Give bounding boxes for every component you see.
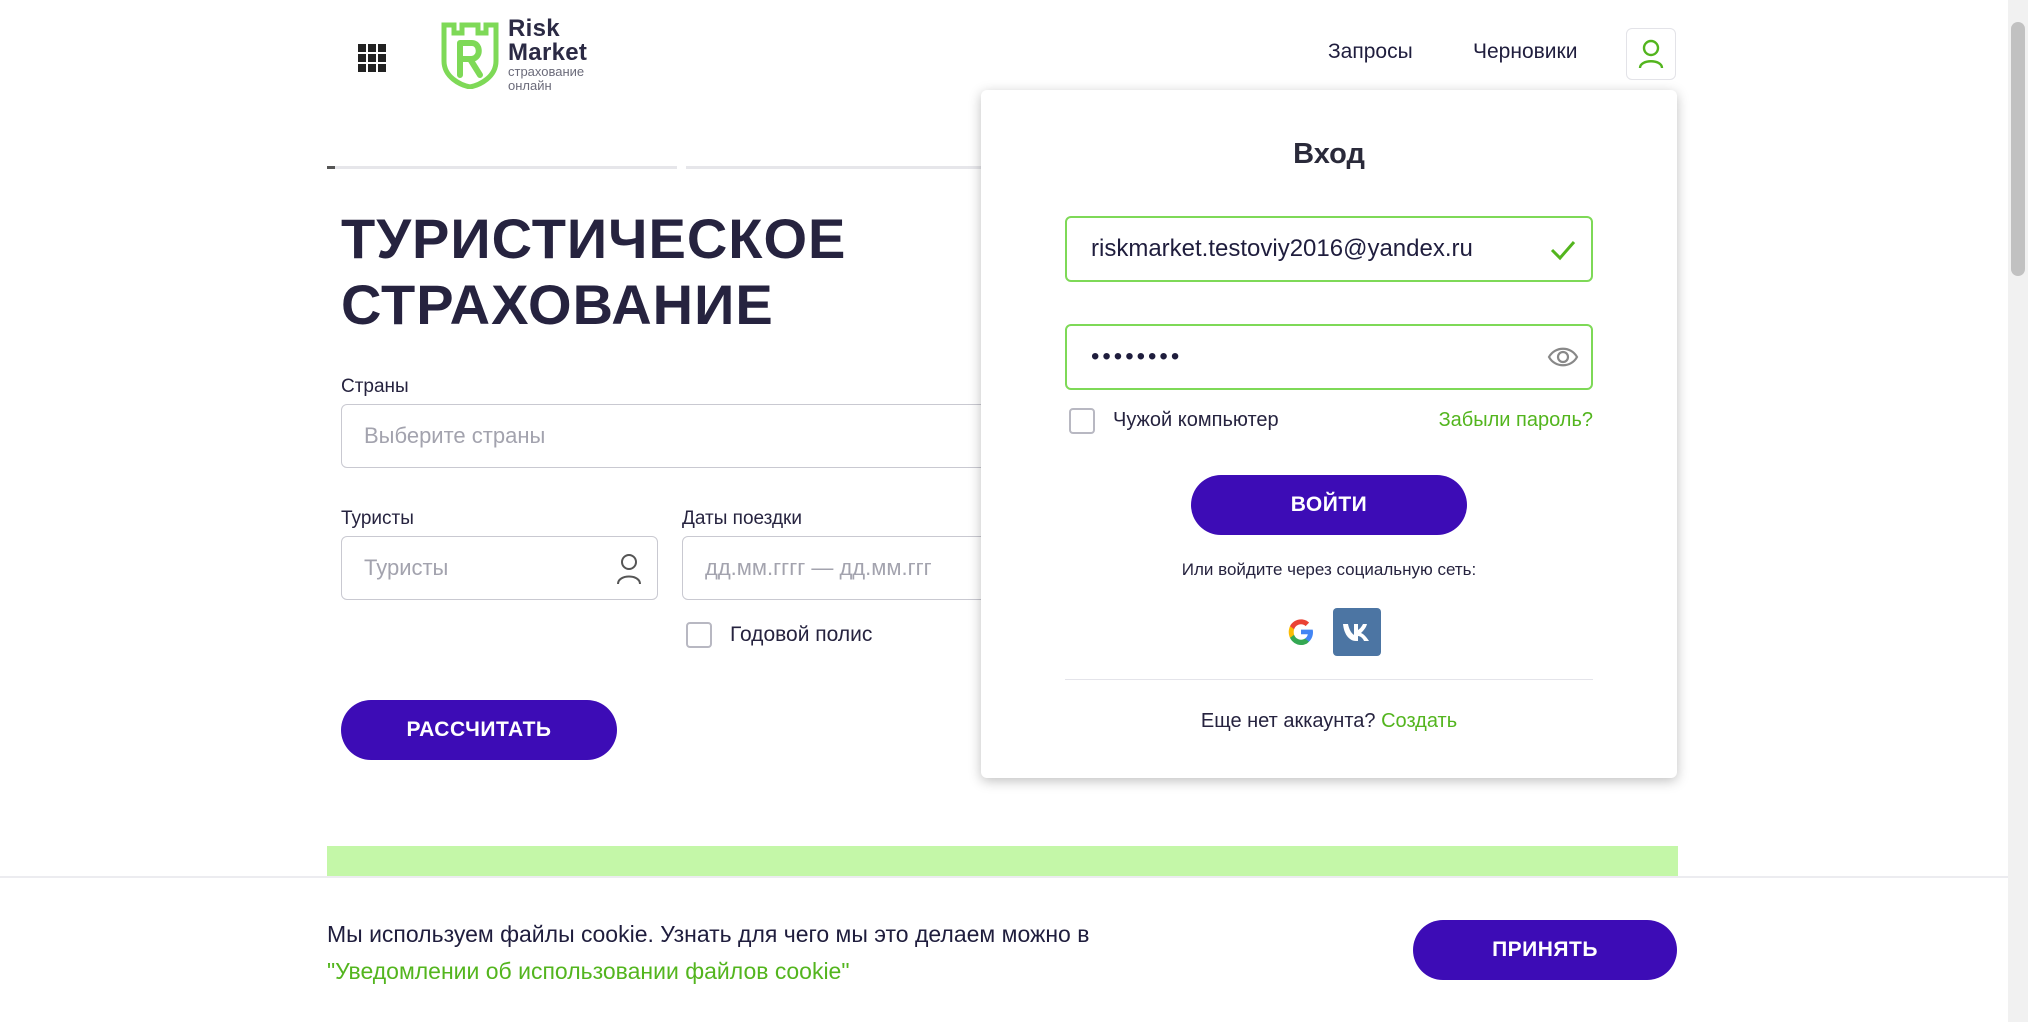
vk-login-button[interactable] xyxy=(1333,608,1381,656)
cookie-policy-link[interactable]: "Уведомлении об использовании файлов coo… xyxy=(327,958,850,984)
nav-drafts[interactable]: Черновики xyxy=(1473,40,1577,64)
annual-policy-label: Годовой полис xyxy=(730,623,873,646)
foreign-pc-label: Чужой компьютер xyxy=(1113,409,1279,431)
dates-label: Даты поездки xyxy=(682,508,802,529)
nav-requests[interactable]: Запросы xyxy=(1328,40,1413,64)
checkmark-icon xyxy=(1550,241,1576,261)
dates-input[interactable]: дд.мм.гггг — дд.мм.ггг xyxy=(682,536,1002,600)
cookie-text: Мы используем файлы cookie. Узнать для ч… xyxy=(327,921,1090,947)
annual-policy-checkbox[interactable] xyxy=(686,622,712,648)
foreign-pc-checkbox[interactable] xyxy=(1069,408,1095,434)
google-login-button[interactable] xyxy=(1277,608,1325,656)
user-account-button[interactable] xyxy=(1626,28,1676,80)
password-value: •••••••• xyxy=(1091,343,1183,370)
countries-input[interactable]: Выберите страны xyxy=(341,404,1041,468)
login-divider xyxy=(1065,679,1593,680)
create-account-link[interactable]: Создать xyxy=(1381,710,1457,732)
social-login-text: Или войдите через социальную сеть: xyxy=(1181,560,1477,579)
logo-shield-icon xyxy=(441,22,499,89)
tourists-input[interactable]: Туристы xyxy=(341,536,658,600)
logo-line4: онлайн xyxy=(508,78,552,93)
accept-cookies-button[interactable]: ПРИНЯТЬ xyxy=(1413,920,1677,980)
logo-line3: страхование xyxy=(508,64,585,80)
tab-underline-1 xyxy=(327,166,677,169)
dates-placeholder: дд.мм.гггг — дд.мм.ггг xyxy=(705,555,932,580)
countries-label: Страны xyxy=(341,376,409,397)
page-title: ТУРИСТИЧЕСКОЕ СТРАХОВАНИЕ xyxy=(341,206,846,338)
scrollbar-thumb[interactable] xyxy=(2011,22,2025,276)
cookie-banner: Мы используем файлы cookie. Узнать для ч… xyxy=(0,876,2008,1024)
logo[interactable]: Risk Market страхование онлайн xyxy=(440,15,600,93)
login-popup: Вход riskmarket.testoviy2016@yandex.ru •… xyxy=(981,90,1677,778)
tab-underline-active xyxy=(327,166,335,169)
scrollbar[interactable] xyxy=(2008,0,2028,1022)
cookie-text-block: Мы используем файлы cookie. Узнать для ч… xyxy=(327,916,1089,990)
tourists-label: Туристы xyxy=(341,508,414,529)
page-title-line2: СТРАХОВАНИЕ xyxy=(341,273,774,336)
logo-line1: Risk xyxy=(508,15,560,43)
password-field[interactable]: •••••••• xyxy=(1065,324,1593,390)
user-icon xyxy=(1638,39,1664,69)
logo-line2: Market xyxy=(508,39,588,67)
tab-underline-2 xyxy=(686,166,986,169)
calculate-button[interactable]: РАССЧИТАТЬ xyxy=(341,700,617,760)
vk-icon xyxy=(1343,624,1369,641)
person-icon xyxy=(617,554,641,585)
login-title: Вход xyxy=(1293,138,1365,170)
google-icon xyxy=(1288,619,1313,645)
email-field[interactable]: riskmarket.testoviy2016@yandex.ru xyxy=(1065,216,1593,282)
page-title-line1: ТУРИСТИЧЕСКОЕ xyxy=(341,207,847,270)
no-account-text: Еще нет аккаунта? xyxy=(1200,710,1376,732)
tourists-placeholder: Туристы xyxy=(364,555,449,580)
email-value: riskmarket.testoviy2016@yandex.ru xyxy=(1091,235,1473,262)
login-submit-button[interactable]: ВОЙТИ xyxy=(1191,475,1467,535)
apps-grid-icon[interactable] xyxy=(358,44,386,72)
no-account-row: Еще нет аккаунта? Создать xyxy=(981,710,1677,733)
countries-placeholder: Выберите страны xyxy=(364,423,546,448)
forgot-password-link[interactable]: Забыли пароль? xyxy=(1439,409,1593,432)
eye-icon[interactable] xyxy=(1547,344,1579,370)
